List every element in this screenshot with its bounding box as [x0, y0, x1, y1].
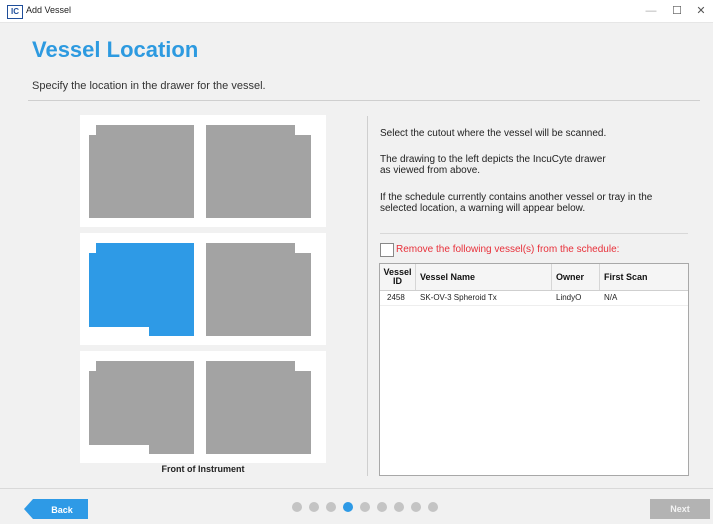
- window-title: Add Vessel: [26, 5, 72, 15]
- drawer-row-back: [80, 115, 326, 227]
- step-dot: [411, 502, 421, 512]
- column-header-owner[interactable]: Owner: [552, 264, 600, 290]
- page-subtitle: Specify the location in the drawer for t…: [32, 80, 266, 92]
- front-of-instrument-label: Front of Instrument: [161, 464, 245, 474]
- vessel-table: Vessel ID Vessel Name Owner First Scan 2…: [379, 263, 689, 476]
- dialog-body: Vessel Location Specify the location in …: [0, 23, 713, 488]
- cutout-top-left[interactable]: [89, 125, 194, 218]
- remove-vessels-label[interactable]: Remove the following vessel(s) from the …: [396, 244, 619, 255]
- window-titlebar: IC Add Vessel — ☐ ✕: [0, 0, 713, 23]
- instruction-divider: [380, 233, 688, 234]
- instruction-warning-line1: If the schedule currently contains anoth…: [380, 192, 653, 203]
- drawer-diagram: [80, 115, 326, 478]
- panel-divider: [367, 116, 368, 476]
- next-button[interactable]: Next: [650, 499, 710, 519]
- cutout-middle-left-selected[interactable]: [89, 243, 194, 336]
- step-dot: [377, 502, 387, 512]
- cutout-bottom-left[interactable]: [89, 361, 194, 454]
- cell-vessel-id: 2458: [387, 293, 405, 302]
- instruction-select-cutout: Select the cutout where the vessel will …: [380, 128, 607, 139]
- cutout-bottom-right[interactable]: [206, 361, 311, 454]
- app-logo-icon: IC: [7, 5, 23, 19]
- step-dot: [394, 502, 404, 512]
- instruction-warning-line2: selected location, a warning will appear…: [380, 203, 586, 214]
- step-dot: [428, 502, 438, 512]
- header-divider: [28, 100, 700, 101]
- drawer-row-middle: [80, 233, 326, 345]
- cell-first-scan: N/A: [604, 293, 618, 302]
- cell-owner: LindyO: [556, 293, 582, 302]
- wizard-footer: Back Next: [0, 488, 713, 524]
- instruction-drawing-line2: as viewed from above.: [380, 165, 481, 176]
- close-icon[interactable]: ✕: [692, 3, 710, 19]
- maximize-icon[interactable]: ☐: [668, 3, 686, 19]
- step-dot: [292, 502, 302, 512]
- column-header-vessel-id[interactable]: Vessel ID: [380, 264, 416, 290]
- back-button[interactable]: Back: [24, 499, 88, 519]
- cutout-middle-right[interactable]: [206, 243, 311, 336]
- table-row[interactable]: 2458 SK-OV-3 Spheroid Tx LindyO N/A: [380, 291, 688, 306]
- step-dot: [326, 502, 336, 512]
- drawer-row-front: [80, 351, 326, 463]
- remove-vessels-checkbox[interactable]: [380, 243, 394, 257]
- back-button-label: Back: [51, 505, 74, 515]
- table-header: Vessel ID Vessel Name Owner First Scan: [380, 264, 688, 291]
- page-title: Vessel Location: [32, 37, 199, 62]
- column-header-vessel-name[interactable]: Vessel Name: [416, 264, 552, 290]
- step-dot: [360, 502, 370, 512]
- step-dot-active: [343, 502, 353, 512]
- step-dot: [309, 502, 319, 512]
- column-header-vessel-id-line2: ID: [393, 276, 402, 286]
- minimize-icon[interactable]: —: [642, 3, 660, 19]
- cell-vessel-name: SK-OV-3 Spheroid Tx: [420, 293, 497, 302]
- instruction-drawing-line1: The drawing to the left depicts the Incu…: [380, 154, 606, 165]
- column-header-first-scan[interactable]: First Scan: [600, 264, 688, 290]
- cutout-top-right[interactable]: [206, 125, 311, 218]
